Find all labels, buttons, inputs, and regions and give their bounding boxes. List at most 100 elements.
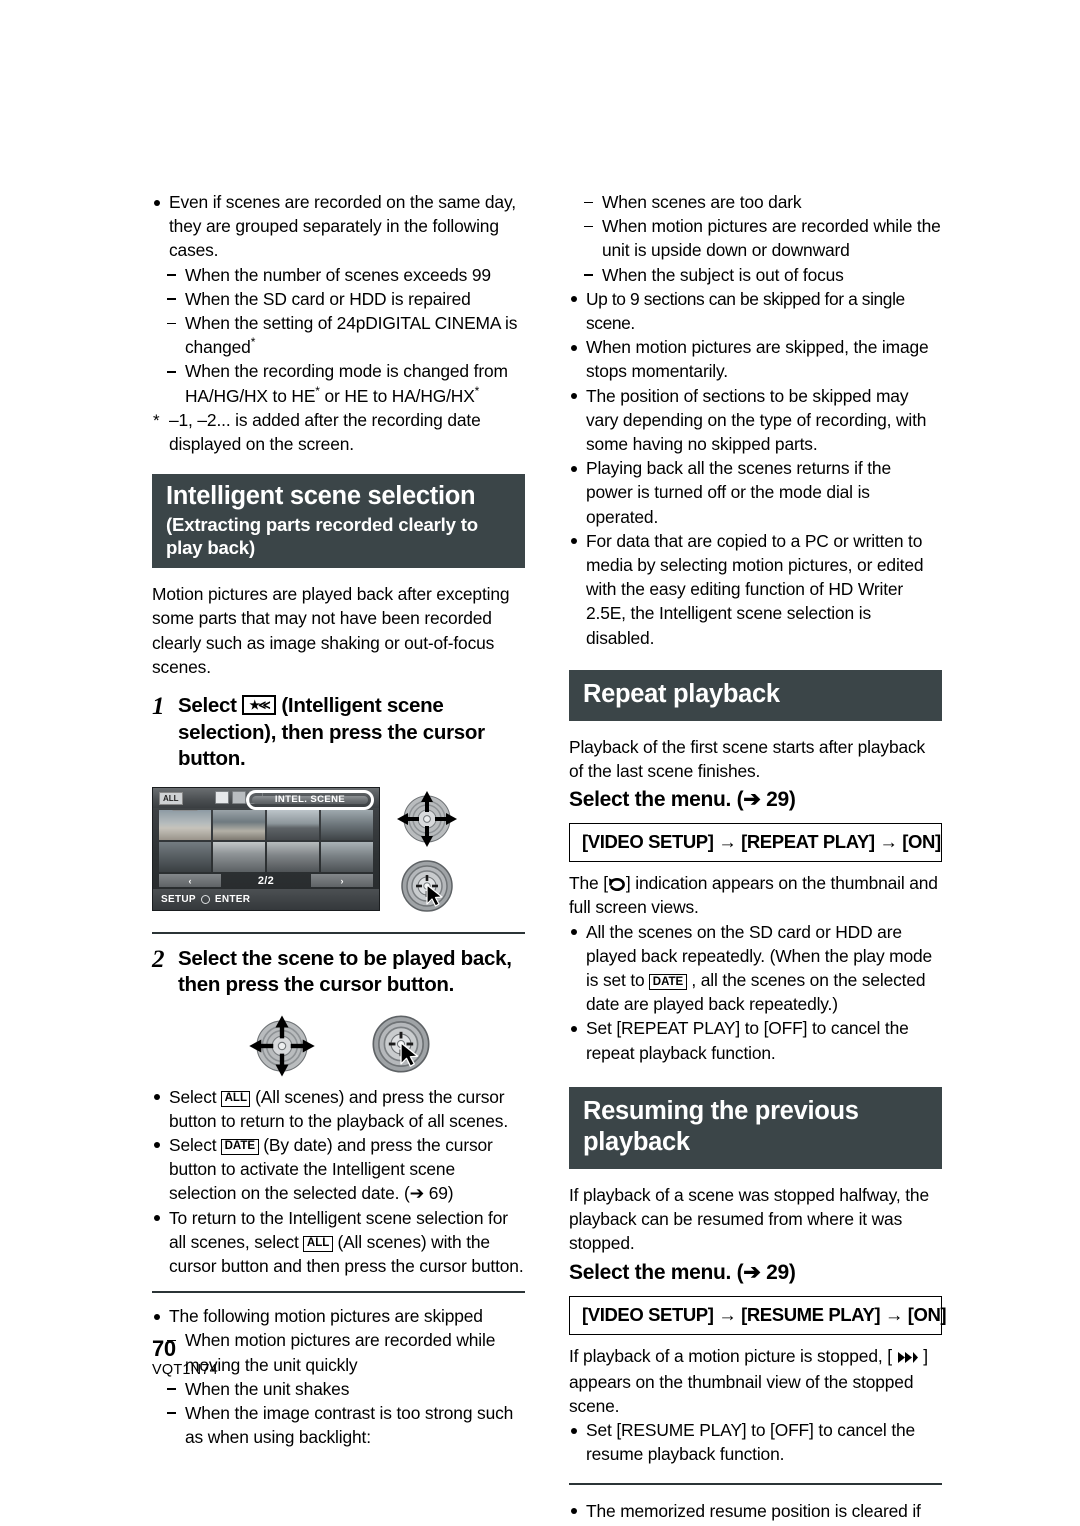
list-item: When the subject is out of focus [569,263,942,287]
dash-text: When the setting of 24pDIGITAL CINEMA is… [185,313,518,358]
list-item: To return to the Intelligent scene selec… [152,1206,525,1279]
thumbnail[interactable] [321,841,373,872]
dash-text: When the number of scenes exceeds 99 [185,264,491,285]
intel-scene-highlight-ring: INTEL. SCENE [246,789,374,810]
section-title: Resuming the previous playback [583,1096,859,1156]
bullet-dot-icon [154,1313,160,1320]
setup-label: SETUP [161,893,196,905]
menu-path-repeat-play: [VIDEO SETUP] → [REPEAT PLAY] → [ON] [569,823,942,863]
bullet-text: When motion pictures are skipped, the im… [586,337,929,382]
section-title: Repeat playback [583,679,780,708]
step-text: Select ★≪ (Intelligent scene selection),… [178,693,525,773]
menu-path-resume-play: [VIDEO SETUP] → [RESUME PLAY] → [ON] [569,1295,947,1335]
section-intro-text: Playback of the first scene starts after… [569,736,926,782]
list-item: When the image contrast is too strong su… [152,1401,525,1449]
list-item: When the setting of 24pDIGITAL CINEMA is… [152,311,525,359]
thumbnail[interactable] [267,809,319,840]
lcd-thumbnail-grid: OCT 1 [159,809,373,872]
bullet-text: Playing back all the scenes returns if t… [586,458,891,527]
right-column: When scenes are too dark When motion pic… [569,190,947,1526]
step-1: 1 Select ★≪ (Intelligent scene selection… [152,693,525,773]
dash-text-cont: or HE to HA/HG/HX [319,385,475,406]
video-icon [232,790,246,804]
card-icon [215,790,229,804]
section-intro-text: If playback of a scene was stopped halfw… [569,1184,929,1254]
list-item: When the unit shakes [152,1377,525,1401]
step-number: 1 [152,693,165,721]
thumbnail[interactable]: OCT 1 [159,809,211,840]
cursor-button-press-icon [401,859,453,912]
bullet-dot-icon [154,1094,160,1101]
dash-icon [167,298,176,300]
list-item: When the SD card or HDD is repaired [152,287,525,311]
all-scenes-key-icon: ALL [221,1090,251,1107]
dash-text: When the unit shakes [185,1378,350,1399]
indication-pre: If playback of a motion picture is stopp… [569,1345,897,1366]
bullet-text-pre: Select [169,1134,222,1155]
dash-icon [584,274,593,276]
lcd-bottom-bar: SETUP ENTER [153,888,379,910]
list-item: All the scenes on the SD card or HDD are… [569,920,942,1017]
dash-text: When the SD card or HDD is repaired [185,288,471,309]
dash-text: When the subject is out of focus [602,264,844,285]
enter-label: ENTER [214,893,251,905]
fast-forward-icon [897,1346,919,1370]
bullet-dot-icon [154,1142,160,1149]
dash-icon [584,225,593,228]
section-header-resuming-previous-playback: Resuming the previous playback [569,1086,942,1169]
by-date-key-icon: DATE [649,974,687,991]
divider [152,931,525,934]
dash-icon [167,322,176,325]
list-item: Select ALL (All scenes) and press the cu… [152,1085,525,1133]
bullet-dot-icon [154,1215,160,1222]
lcd-screen-mockup: ALL INTEL. SCENE OCT 1 [152,786,380,911]
list-item: When the number of scenes exceeds 99 [152,263,525,287]
list-item: When motion pictures are recorded while … [569,214,942,262]
cursor-button-graphics-step2 [152,1013,525,1079]
thumbnail[interactable] [267,841,319,872]
section-header-repeat-playback: Repeat playback [569,669,942,721]
manual-page: Even if scenes are recorded on the same … [0,0,1080,1526]
bullet-dot-icon [571,538,577,545]
list-item: The memorized resume position is cleared… [569,1499,942,1526]
indication-pre: The [ [569,873,608,894]
bullet-dot-icon [571,1508,577,1515]
dash-icon [167,1412,176,1415]
thumbnail[interactable] [213,841,265,872]
list-item: When the recording mode is changed from … [152,359,525,407]
two-column-body: Even if scenes are recorded on the same … [152,190,947,1526]
list-item: The position of sections to be skipped m… [569,384,942,457]
next-page-button[interactable]: › [310,874,373,888]
lcd-illustration-group: ALL INTEL. SCENE OCT 1 [152,786,525,914]
dash-text: When motion pictures are recorded while … [602,216,941,261]
thumbnail[interactable] [213,809,265,840]
footnote-marker: * [474,383,480,398]
list-item: Select DATE (By date) and press the curs… [152,1133,525,1206]
asterisk-icon: * [153,410,160,430]
thumbnail[interactable] [159,841,211,872]
dash-icon [167,370,176,373]
list-item: For data that are copied to a PC or writ… [569,529,942,650]
list-item: Playing back all the scenes returns if t… [569,456,942,529]
step-text: Select the scene to be played back, then… [178,946,512,997]
list-item: The following motion pictures are skippe… [152,1304,525,1328]
bullet-text: The position of sections to be skipped m… [586,385,927,455]
list-item: Up to 9 sections can be skipped for a si… [569,287,942,335]
list-item: Set [RESUME PLAY] to [OFF] to cancel the… [569,1418,942,1466]
prev-page-button[interactable]: ‹ [159,874,221,888]
intelligent-scene-icon: ★≪ [242,695,276,716]
step-number: 2 [152,945,165,973]
step-text-before: Select [178,694,242,718]
bullet-dot-icon [571,1025,577,1032]
repeat-icon [608,874,626,892]
dash-text: When scenes are too dark [602,192,802,212]
page-number: 70 [152,1336,176,1361]
footnote-text: –1, –2... is added after the recording d… [169,409,481,455]
lcd-page-indicator: 2/2 [257,874,275,887]
step-2: 2 Select the scene to be played back, th… [152,946,525,999]
thumbnail[interactable] [321,809,373,840]
dash-icon [167,274,176,276]
lcd-intel-scene-button[interactable]: INTEL. SCENE [252,794,368,805]
dash-text: When the image contrast is too strong su… [185,1402,514,1448]
section-header-intelligent-scene-selection: Intelligent scene selection (Extracting … [152,474,525,569]
